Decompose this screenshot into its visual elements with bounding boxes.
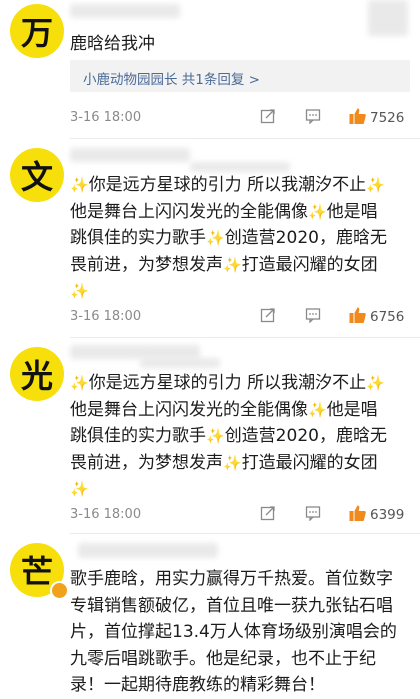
comment-text: 鹿晗给我冲: [70, 34, 155, 54]
avatar-char: 万: [20, 14, 53, 52]
reply-box[interactable]: 小鹿动物园园长 共1条回复 >: [70, 60, 410, 92]
sparkle-icon: ✨: [366, 176, 385, 194]
divider: [70, 533, 420, 534]
sparkle-icon: ✨: [70, 282, 89, 300]
sparkle-icon: ✨: [308, 400, 327, 419]
share-icon[interactable]: [260, 108, 276, 124]
avatar-char: 光: [20, 357, 53, 395]
comment-time: 3-16 18:00: [70, 507, 142, 522]
avatar-char: 芒: [20, 553, 53, 591]
sparkle-icon: ✨: [206, 427, 225, 445]
thumbs-up-icon[interactable]: [348, 306, 367, 324]
username-blurred[interactable]: [70, 4, 180, 18]
verified-badge: [50, 581, 69, 600]
share-icon[interactable]: [260, 307, 276, 323]
comment-text: ✨你是远方星球的引力 所以我潮汐不止✨ 他是舞台上闪闪发光的全能偶像✨他是唱 跳…: [70, 373, 387, 498]
sparkle-icon: ✨: [223, 255, 242, 274]
username-blurred: [190, 162, 290, 172]
sparkle-icon: ✨: [70, 480, 89, 498]
comment-text: 歌手鹿晗，用实力赢得万千热爱。首位数字 专辑销售额破亿，首位且唯一获九张钻石唱 …: [70, 569, 397, 695]
like-count: 7526: [370, 110, 405, 126]
comment-actions: 3-16 18:00 6756: [70, 306, 410, 328]
sparkle-icon: ✨: [223, 453, 242, 472]
username-blurred[interactable]: [78, 543, 218, 558]
thumbs-up-icon[interactable]: [348, 504, 367, 522]
comment-text: ✨你是远方星球的引力 所以我潮汐不止✨ 他是舞台上闪闪发光的全能偶像✨他是唱 跳…: [70, 175, 387, 300]
sparkle-icon: ✨: [366, 374, 385, 392]
avatar[interactable]: 光: [10, 347, 64, 401]
username-blurred: [140, 358, 220, 368]
reply-link[interactable]: 小鹿动物园园长 共1条回复 >: [83, 68, 260, 88]
comment-actions: 3-16 18:00 7526: [70, 107, 410, 129]
comment-time: 3-16 18:00: [70, 110, 142, 125]
sparkle-icon: ✨: [206, 229, 225, 247]
comment-time: 3-16 18:00: [70, 309, 142, 324]
thumbs-up-icon[interactable]: [348, 107, 367, 125]
avatar[interactable]: 文: [10, 148, 64, 202]
share-icon[interactable]: [260, 505, 276, 521]
sparkle-icon: ✨: [70, 374, 89, 392]
username-blurred[interactable]: [70, 345, 200, 359]
divider: [70, 138, 420, 139]
sparkle-icon: ✨: [308, 202, 327, 221]
username-blurred[interactable]: [70, 148, 190, 162]
divider: [70, 337, 420, 338]
avatar-char: 文: [20, 158, 53, 196]
sparkle-icon: ✨: [70, 176, 89, 194]
comment-icon[interactable]: [305, 307, 321, 323]
comment-actions: 3-16 18:00 6399: [70, 504, 410, 526]
like-count: 6399: [370, 507, 405, 523]
comment-icon[interactable]: [305, 505, 321, 521]
avatar[interactable]: 万: [10, 4, 64, 58]
like-count: 6756: [370, 309, 405, 325]
comment-icon[interactable]: [305, 108, 321, 124]
